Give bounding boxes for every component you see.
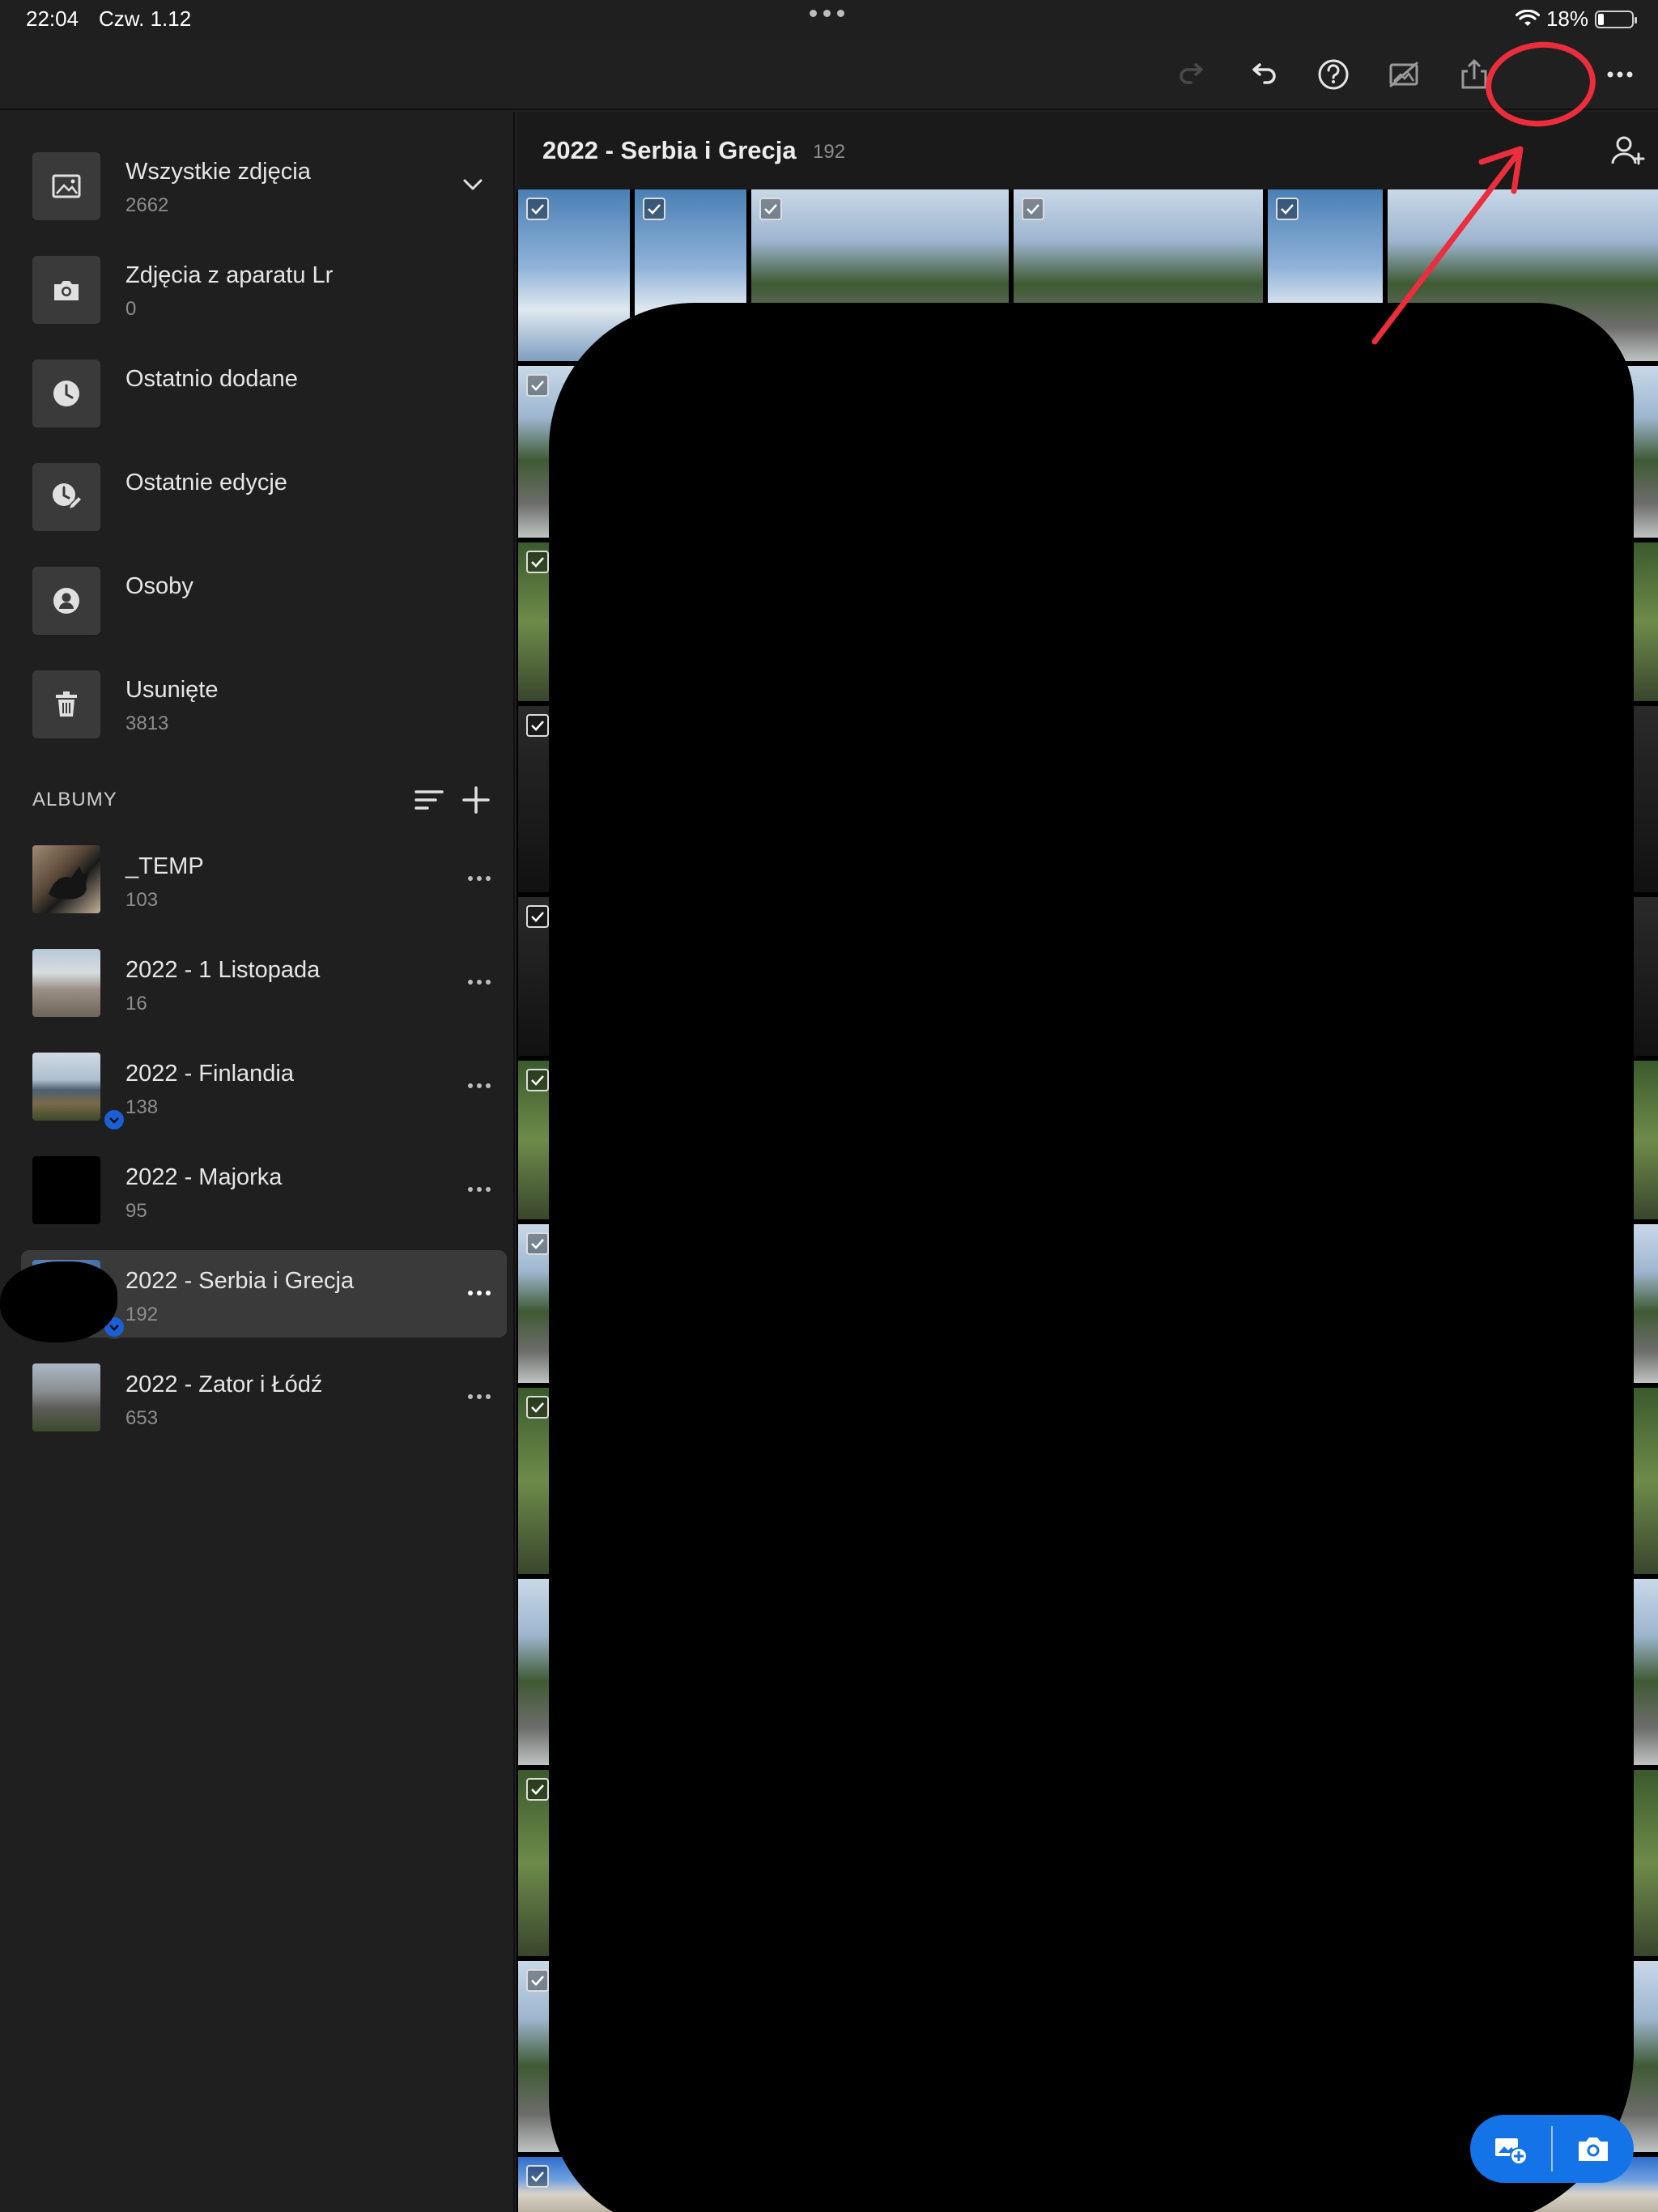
nav-title: Zdjęcia z aparatu Lr: [125, 262, 334, 288]
clock-icon: [32, 359, 100, 428]
multitasking-dots-icon[interactable]: [810, 10, 844, 17]
edit-clock-icon: [32, 463, 100, 531]
nav-recently-added[interactable]: Ostatnio dodane: [32, 350, 486, 431]
checkbox[interactable]: [1276, 198, 1299, 220]
photos-icon: [32, 152, 100, 220]
checkbox[interactable]: [526, 905, 549, 928]
camera-icon: [32, 256, 100, 324]
redo-icon[interactable]: [1171, 53, 1214, 96]
annotation-arrow: [1371, 146, 1524, 345]
add-photos-icon: [1495, 2138, 1528, 2165]
wifi-icon: [1515, 9, 1540, 26]
album-thumbnail: [32, 845, 100, 913]
checkbox[interactable]: [526, 1396, 549, 1419]
album-thumbnail: [32, 1053, 100, 1121]
sort-icon[interactable]: [411, 782, 447, 818]
checkbox[interactable]: [643, 198, 665, 220]
album-count: 138: [125, 1096, 159, 1118]
checkbox[interactable]: [1022, 198, 1044, 220]
top-toolbar: [0, 39, 1658, 110]
sync-badge-icon: [102, 1108, 126, 1132]
album-count: 95: [125, 1200, 147, 1222]
album-item[interactable]: 2022 - Zator i Łódź 653: [21, 1354, 507, 1441]
help-icon[interactable]: [1312, 53, 1354, 96]
nav-people[interactable]: Osoby: [32, 557, 486, 638]
checkbox[interactable]: [526, 1232, 549, 1255]
checkbox[interactable]: [526, 2165, 549, 2188]
nav-deleted[interactable]: Usunięte 3813: [32, 661, 486, 742]
nav-title: Wszystkie zdjęcia: [125, 159, 311, 185]
main-content: 2022 - Serbia i Grecja 192: [517, 112, 1658, 2212]
chevron-down-icon[interactable]: [457, 168, 489, 201]
add-album-icon[interactable]: [458, 782, 494, 818]
album-item[interactable]: 2022 - Majorka 95: [21, 1146, 507, 1234]
nav-count: 3813: [125, 713, 169, 734]
nav-title: Osoby: [125, 573, 193, 599]
album-more-icon[interactable]: [463, 970, 495, 994]
album-more-icon[interactable]: [463, 1281, 495, 1305]
album-title: 2022 - 1 Listopada: [125, 957, 321, 983]
album-count: 653: [125, 1407, 159, 1429]
checkbox[interactable]: [526, 374, 549, 397]
status-bar: 22:04 Czw. 1.12 18%: [0, 0, 1658, 39]
checkbox[interactable]: [759, 198, 782, 220]
battery-icon: [1595, 10, 1637, 28]
redaction-mark: [549, 303, 1634, 2212]
checkbox[interactable]: [526, 1069, 549, 1091]
album-count: 16: [125, 993, 147, 1015]
nav-count: 0: [125, 298, 137, 320]
album-title: _TEMP: [125, 853, 204, 879]
camera-button[interactable]: [1553, 2115, 1634, 2183]
album-more-icon[interactable]: [463, 866, 495, 891]
checkbox[interactable]: [526, 714, 549, 737]
status-time: 22:04: [26, 6, 79, 31]
redaction-mark: [0, 1261, 117, 1342]
add-person-icon[interactable]: [1608, 131, 1647, 170]
album-thumbnail: [32, 1363, 100, 1431]
album-count: 103: [125, 889, 159, 911]
album-title: 2022 - Zator i Łódź: [125, 1372, 323, 1397]
album-more-icon[interactable]: [463, 1074, 495, 1098]
album-more-icon[interactable]: [463, 1385, 495, 1409]
album-count: 192: [813, 141, 846, 163]
more-icon[interactable]: [1599, 53, 1641, 96]
album-title: 2022 - Finlandia: [125, 1061, 294, 1087]
camera-icon: [1579, 2138, 1608, 2161]
nav-all-photos[interactable]: Wszystkie zdjęcia 2662: [32, 143, 486, 223]
checkbox[interactable]: [526, 551, 549, 573]
album-item[interactable]: 2022 - 1 Listopada 16: [21, 939, 507, 1027]
nav-recent-edits[interactable]: Ostatnie edycje: [32, 453, 486, 534]
undo-icon[interactable]: [1242, 53, 1284, 96]
nav-title: Usunięte: [125, 677, 219, 703]
albums-header: ALBUMY: [32, 776, 494, 824]
status-date: Czw. 1.12: [99, 6, 192, 31]
albums-label: ALBUMY: [32, 789, 117, 810]
status-right: 18%: [1515, 6, 1637, 32]
checkbox[interactable]: [526, 1778, 549, 1801]
nav-title: Ostatnie edycje: [125, 470, 287, 496]
nav-count: 2662: [125, 194, 169, 216]
album-item[interactable]: 2022 - Finlandia 138: [21, 1043, 507, 1132]
sidebar: Wszystkie zdjęcia 2662 Zdjęcia z aparatu…: [0, 112, 515, 2212]
album-thumbnail: [32, 949, 100, 1017]
nav-title: Ostatnio dodane: [125, 366, 298, 392]
album-title: 2022 - Majorka: [125, 1164, 283, 1190]
album-count: 192: [125, 1304, 159, 1325]
add-photos-button[interactable]: [1470, 2115, 1551, 2183]
nav-lr-camera[interactable]: Zdjęcia z aparatu Lr 0: [32, 246, 486, 327]
album-more-icon[interactable]: [463, 1177, 495, 1202]
trash-icon: [32, 670, 100, 738]
photo-grid: [517, 189, 1658, 2212]
checkbox[interactable]: [526, 198, 549, 220]
cloud-off-icon[interactable]: [1383, 53, 1425, 96]
album-title: 2022 - Serbia i Grecja: [125, 1268, 355, 1294]
person-icon: [32, 567, 100, 635]
album-item[interactable]: _TEMP 103: [21, 836, 507, 923]
battery-percent: 18%: [1545, 6, 1588, 31]
album-title: 2022 - Serbia i Grecja: [542, 136, 797, 164]
album-thumbnail: [32, 1156, 100, 1224]
add-photos-fab: [1470, 2115, 1634, 2183]
checkbox[interactable]: [526, 1969, 549, 1992]
